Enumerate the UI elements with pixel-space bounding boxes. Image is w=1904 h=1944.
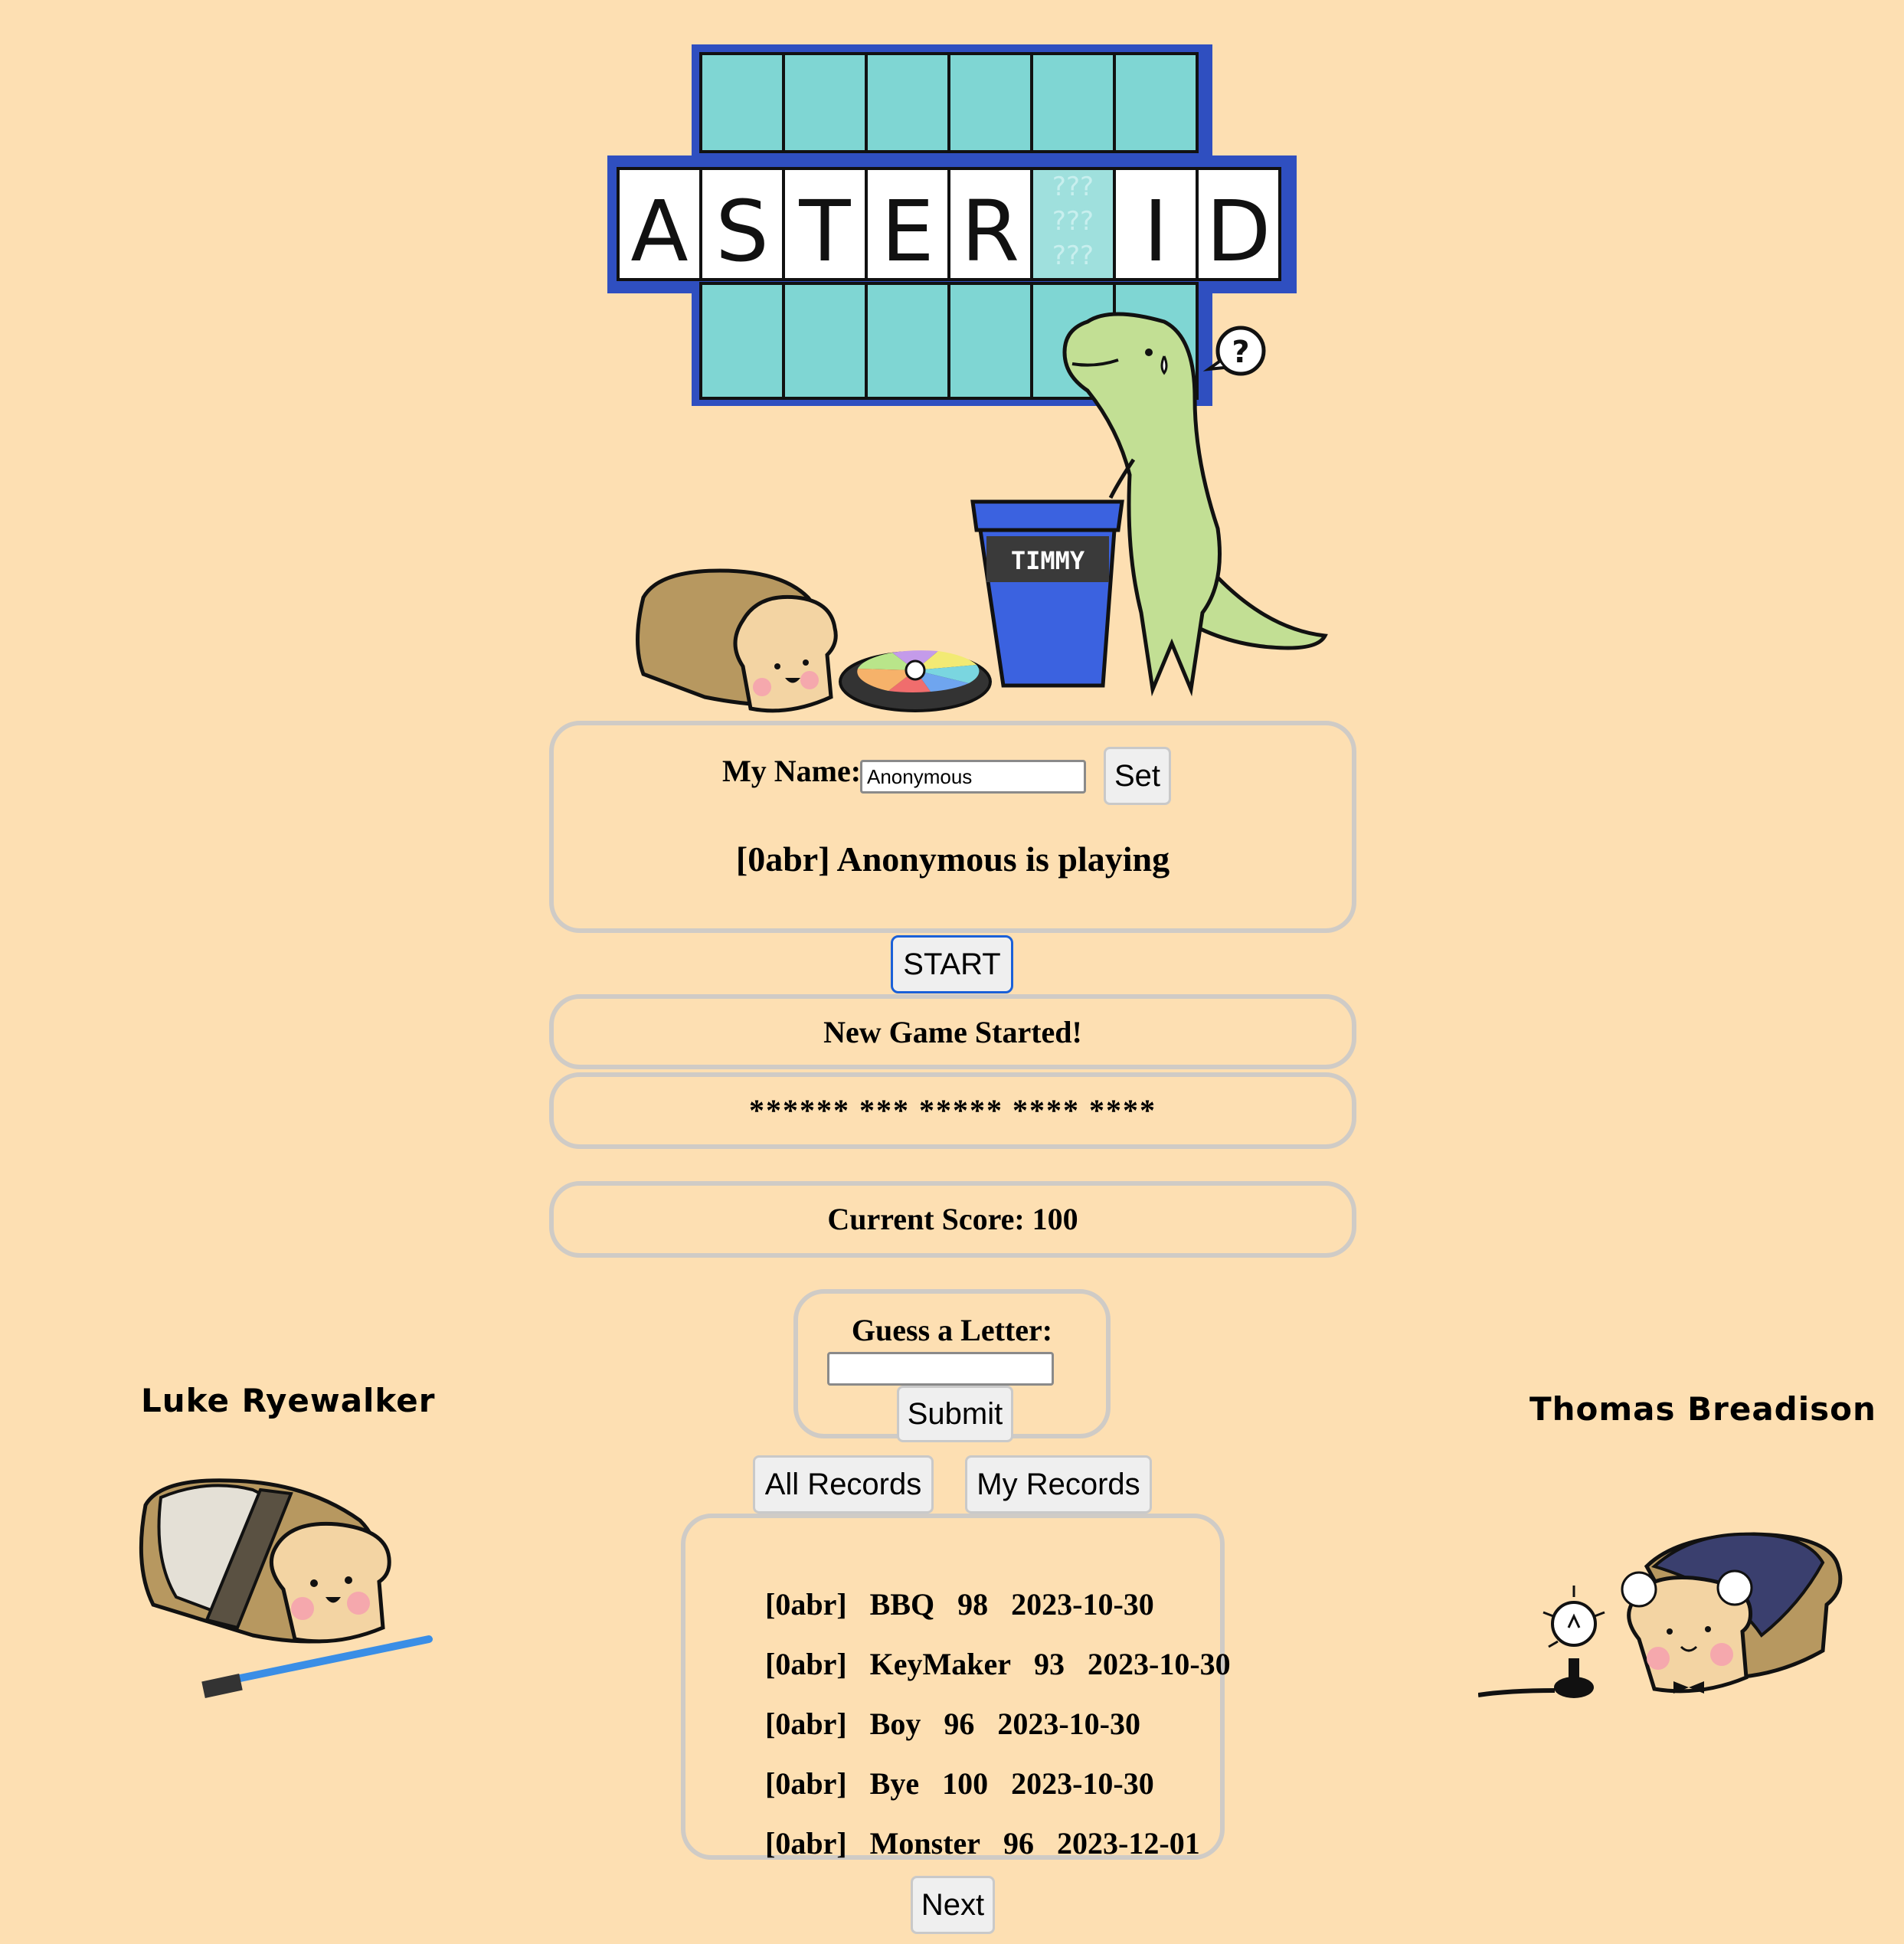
name-panel: My Name: Set [0abr] Anonymous is playing: [549, 721, 1356, 933]
all-records-button[interactable]: All Records: [753, 1455, 934, 1514]
my-records-button[interactable]: My Records: [965, 1455, 1152, 1514]
mystery-mark: ???: [1052, 241, 1094, 271]
left-character-name: Luke Ryewalker: [141, 1382, 436, 1419]
record-row: [0abr] Monster 96 2023-12-01: [719, 1789, 1223, 1861]
record-row: [0abr] Bye 100 2023-10-30: [719, 1730, 1177, 1801]
logo-letter: I: [1143, 182, 1168, 280]
records-panel: [0abr] BBQ 98 2023-10-30 [0abr] KeyMaker 93 20…: [681, 1514, 1231, 1861]
logo-letter: S: [715, 182, 769, 280]
speech-bubble-text: ?: [1232, 335, 1249, 370]
score-panel: Current Score: 100: [549, 1181, 1356, 1258]
luke-ryewalker-illustration: [139, 1478, 433, 1698]
guess-letter-input[interactable]: [827, 1352, 1054, 1386]
message-panel: New Game Started!: [549, 994, 1356, 1069]
dinosaur-illustration: ? TIMMY: [970, 312, 1328, 697]
mystery-mark: ???: [1052, 172, 1094, 202]
player-status: [0abr] Anonymous is playing: [735, 839, 1170, 879]
right-character-name: Thomas Breadison: [1529, 1390, 1876, 1428]
record-score: 96: [1003, 1826, 1035, 1861]
submit-button[interactable]: Submit: [897, 1386, 1013, 1442]
game-message: New Game Started!: [823, 1015, 1082, 1049]
mystery-mark: ???: [1052, 206, 1094, 237]
name-label: My Name:: [722, 754, 862, 788]
guess-label: Guess a Letter:: [851, 1313, 1053, 1347]
start-button[interactable]: START: [891, 935, 1013, 993]
logo-letter: T: [798, 182, 851, 280]
record-date: 2023-12-01: [1057, 1826, 1200, 1861]
logo-letter: R: [961, 182, 1019, 280]
puzzle-text: ****** *** ***** **** ****: [749, 1093, 1156, 1127]
logo-letter: D: [1206, 182, 1271, 280]
logo-letter: A: [630, 182, 688, 280]
name-input[interactable]: [860, 760, 1086, 794]
thomas-breadison-illustration: [1478, 1532, 1843, 1698]
bread-with-wheel-illustration: [636, 568, 992, 713]
guess-panel: Guess a Letter: Submit: [793, 1289, 1111, 1442]
current-score: Current Score: 100: [827, 1202, 1078, 1236]
cup-label: TIMMY: [1011, 546, 1085, 575]
next-button[interactable]: Next: [911, 1876, 995, 1934]
record-name: Monster: [869, 1826, 981, 1861]
logo-letter: E: [881, 182, 934, 280]
record-row: [0abr] Boy 96 2023-10-30: [719, 1670, 1163, 1741]
set-name-button[interactable]: Set: [1104, 747, 1171, 805]
record-row: [0abr] BBQ 98 2023-10-30: [719, 1550, 1177, 1622]
puzzle-panel: ****** *** ***** **** ****: [549, 1072, 1356, 1149]
record-id: [0abr]: [765, 1826, 847, 1861]
record-row: [0abr] KeyMaker 93 2023-10-30: [719, 1610, 1254, 1681]
